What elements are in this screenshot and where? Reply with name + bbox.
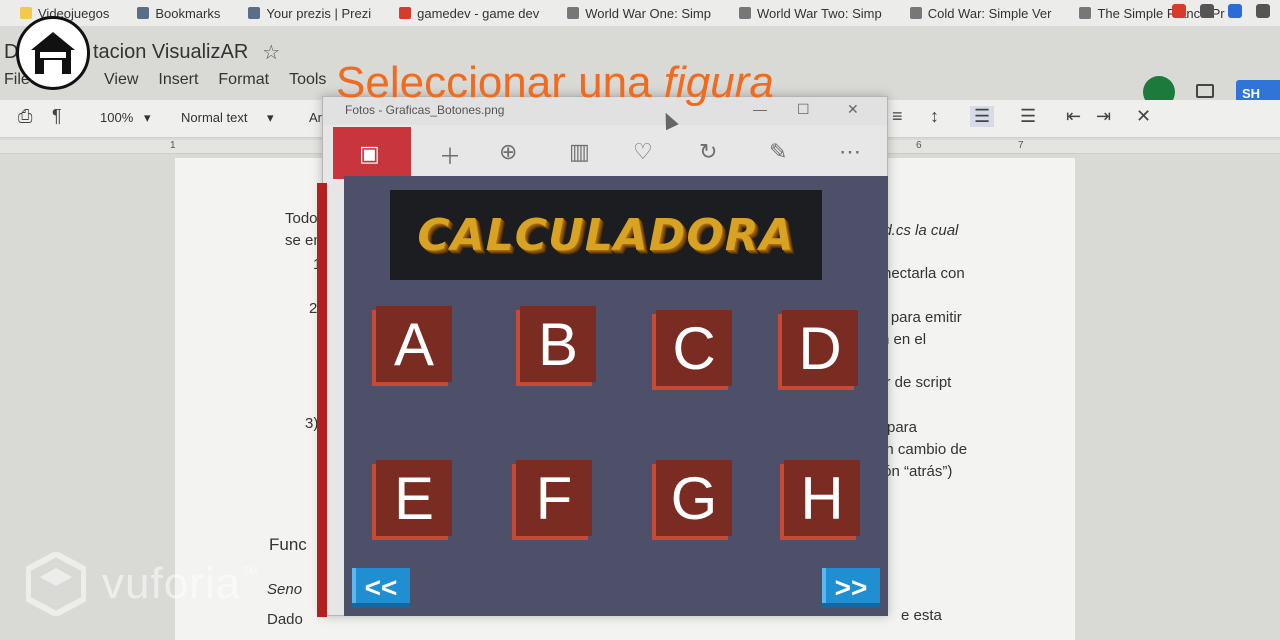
extension-icon[interactable] (1256, 4, 1270, 18)
vuforia-wordmark: vuforia (102, 559, 242, 608)
delete-icon[interactable]: ▥ (569, 139, 590, 165)
letter-h-button[interactable]: H (784, 460, 860, 536)
extension-icons (1172, 4, 1270, 18)
title-text: Seleccionar una (336, 58, 652, 107)
style-select[interactable]: Normal text (181, 110, 247, 125)
bulleted-list-icon[interactable]: ☰ (1020, 106, 1036, 127)
clear-format-icon[interactable]: ✕ (1136, 106, 1151, 127)
maximize-icon[interactable]: ☐ (797, 101, 810, 118)
doc-text: s, para emitir (875, 309, 962, 326)
zoom-select[interactable]: 100% (100, 110, 133, 125)
doc-text: nectarla con (883, 265, 965, 282)
bookmark-item[interactable]: gamedev - game dev (399, 6, 539, 21)
extension-icon[interactable] (1200, 4, 1214, 18)
paint-format-icon[interactable]: ¶ (52, 106, 62, 127)
letter-f-button[interactable]: F (516, 460, 592, 536)
letter-e-button[interactable]: E (376, 460, 452, 536)
ruler-number: 7 (1018, 140, 1024, 151)
bookmarks-bar: Videojuegos Bookmarks Your prezis | Prez… (0, 0, 1280, 26)
zoom-icon[interactable]: ⊕ (499, 139, 517, 165)
doc-text: para (887, 419, 918, 436)
favorite-icon[interactable]: ♡ (633, 139, 653, 165)
letter-b-button[interactable]: B (520, 306, 596, 382)
close-icon[interactable]: ✕ (847, 101, 859, 118)
bookmark-item[interactable]: Your prezis | Prezi (248, 6, 371, 21)
doc-title-text: tacion VisualizAR (93, 41, 249, 63)
bookmark-item[interactable]: Cold War: Simple Ver (909, 6, 1051, 21)
bookmark-item[interactable]: World War Two: Simp (738, 6, 882, 21)
edit-icon[interactable]: ✎ (769, 139, 787, 165)
more-icon[interactable]: ⋯ (839, 139, 861, 165)
extension-icon[interactable] (1172, 4, 1186, 18)
chevron-down-icon: ▾ (144, 110, 151, 125)
increase-indent-icon[interactable]: ⇥ (1096, 106, 1111, 127)
vuforia-watermark: vuforia TM (26, 552, 258, 616)
doc-text: Dado (267, 611, 303, 628)
ruler-number: 1 (170, 140, 176, 151)
title-emphasis: figura (663, 58, 774, 107)
extension-icon[interactable] (1228, 4, 1242, 18)
chevron-down-icon: ▾ (267, 110, 274, 125)
calculadora-banner: CALCULADORA (390, 190, 822, 280)
menu-tools[interactable]: Tools (289, 71, 326, 89)
image-button[interactable]: ▣ (333, 127, 411, 179)
photos-toolbar: ▣ ＋ ⊕ ▥ ♡ ↻ ✎ ⋯ (333, 125, 879, 181)
image-icon: ▣ (359, 141, 380, 166)
line-spacing-icon[interactable]: ↕ (930, 106, 939, 127)
print-icon[interactable]: ⎙ (18, 106, 32, 127)
menu-format[interactable]: Format (218, 71, 269, 89)
window-edge (317, 183, 327, 617)
home-button[interactable] (16, 16, 90, 90)
page-title: Seleccionar una figura (336, 58, 774, 108)
doc-text: un cambio de (877, 441, 968, 458)
doc-text: Seno (267, 581, 303, 598)
add-icon[interactable]: ＋ (439, 139, 461, 171)
decrease-indent-icon[interactable]: ⇤ (1066, 106, 1081, 127)
vuforia-logo-icon (26, 552, 86, 616)
home-icon (31, 32, 75, 74)
previous-button[interactable]: << (352, 568, 410, 608)
menu-insert[interactable]: Insert (158, 71, 198, 89)
next-button[interactable]: >> (822, 568, 880, 608)
menu-view[interactable]: View (104, 71, 138, 89)
comment-icon[interactable] (1196, 84, 1214, 98)
doc-text: tón “atrás”) (879, 463, 953, 480)
star-icon[interactable]: ☆ (262, 40, 280, 65)
letter-g-button[interactable]: G (656, 460, 732, 536)
bookmark-item[interactable]: World War One: Simp (567, 6, 711, 21)
numbered-list-icon[interactable]: ☰ (970, 106, 995, 127)
align-justify-icon[interactable]: ≡ (892, 106, 903, 127)
letter-d-button[interactable]: D (782, 310, 858, 386)
letter-c-button[interactable]: C (656, 310, 732, 386)
doc-text: e esta (901, 607, 942, 624)
rotate-icon[interactable]: ↻ (699, 139, 717, 165)
ruler-number: 6 (916, 140, 922, 151)
banner-text: CALCULADORA (417, 209, 795, 261)
letter-a-button[interactable]: A (376, 306, 452, 382)
bookmark-item[interactable]: Bookmarks (137, 6, 220, 21)
doc-heading: Func (269, 535, 307, 554)
trademark-mark: TM (243, 566, 258, 577)
